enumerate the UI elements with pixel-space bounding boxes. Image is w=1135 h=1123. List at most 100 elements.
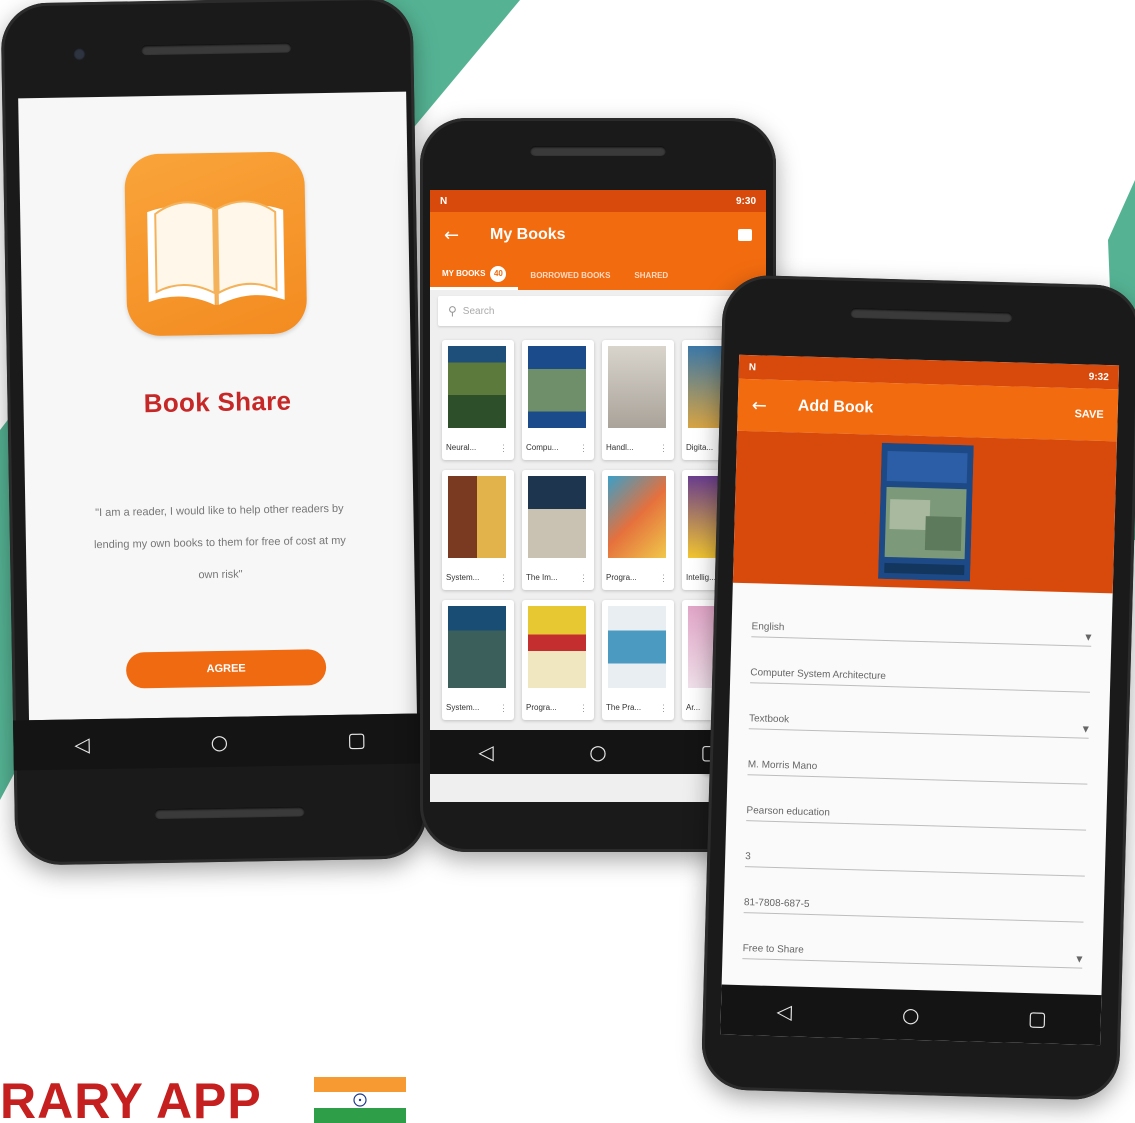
- book-title: Progra...: [526, 703, 557, 712]
- book-title: System...: [446, 703, 480, 712]
- field-value: M. Morris Mano: [747, 759, 818, 773]
- dropdown-arrow-icon: ▼: [1085, 632, 1092, 642]
- tab-label: BORROWED BOOKS: [530, 270, 611, 280]
- more-icon[interactable]: ⋮: [579, 573, 588, 584]
- notification-icon: N: [440, 195, 448, 207]
- search-placeholder: Search: [462, 305, 495, 317]
- book-app-icon: [124, 151, 308, 337]
- page-title: Add Book: [797, 397, 874, 417]
- book-title-field[interactable]: Computer System Architecture: [750, 657, 1091, 693]
- book-card[interactable]: The Pra... ⋮: [602, 600, 674, 720]
- tab-bar: MY BOOKS 40 BORROWED BOOKS SHARED: [430, 260, 766, 290]
- book-title: The Pra...: [606, 703, 642, 712]
- agree-button[interactable]: AGREE: [125, 649, 327, 689]
- back-triangle-icon[interactable]: ◁: [764, 999, 805, 1024]
- notification-icon: N: [748, 361, 757, 373]
- book-card[interactable]: Compu... ⋮: [522, 340, 594, 460]
- book-card[interactable]: Progra... ⋮: [522, 600, 594, 720]
- status-time: 9:30: [735, 195, 756, 207]
- book-card[interactable]: Neural... ⋮: [442, 340, 514, 460]
- home-circle-icon[interactable]: ○: [578, 740, 618, 764]
- india-flag-icon: [314, 1077, 406, 1123]
- more-icon[interactable]: ⋮: [499, 573, 508, 584]
- system-nav-bar: ◁ ○ ▢: [13, 713, 426, 771]
- field-value: English: [751, 621, 785, 634]
- more-icon[interactable]: ⋮: [659, 573, 668, 584]
- book-title: Neural...: [446, 443, 477, 452]
- back-triangle-icon[interactable]: ◁: [62, 732, 102, 757]
- tab-label: SHARED: [634, 270, 669, 280]
- book-cover: [608, 606, 666, 688]
- book-cover: [528, 346, 586, 428]
- book-card[interactable]: Progra... ⋮: [602, 470, 674, 590]
- book-title: The Im...: [526, 573, 558, 582]
- book-title: Progra...: [606, 573, 637, 582]
- recents-square-icon[interactable]: ▢: [1017, 1006, 1058, 1031]
- top-speaker: [530, 146, 666, 156]
- book-title: System...: [446, 573, 480, 582]
- book-type-select[interactable]: Textbook ▼: [748, 703, 1090, 739]
- save-button[interactable]: SAVE: [1074, 408, 1103, 421]
- more-icon[interactable]: ⋮: [659, 443, 668, 454]
- book-cover: [608, 476, 666, 558]
- field-value: 81-7808-687-5: [743, 897, 810, 910]
- publisher-field[interactable]: Pearson education: [746, 795, 1087, 831]
- recents-square-icon[interactable]: ▢: [337, 727, 377, 752]
- front-camera: [73, 48, 86, 61]
- author-field[interactable]: M. Morris Mano: [747, 749, 1089, 785]
- book-cover-image: [878, 442, 974, 582]
- app-bar: ← My Books: [430, 212, 766, 258]
- book-title: Handl...: [606, 443, 634, 452]
- top-speaker: [850, 307, 1013, 323]
- back-arrow-icon[interactable]: ←: [444, 225, 474, 246]
- back-arrow-icon[interactable]: ←: [752, 395, 783, 417]
- field-value: Computer System Architecture: [750, 667, 887, 683]
- language-select[interactable]: English ▼: [751, 611, 1092, 647]
- search-icon: ⚲: [448, 304, 457, 318]
- welcome-screen: Book Share "I am a reader, I would like …: [18, 91, 417, 721]
- field-value: Free to Share: [742, 943, 804, 956]
- field-value: 3: [745, 851, 751, 863]
- more-icon[interactable]: ⋮: [499, 443, 508, 454]
- more-icon[interactable]: ⋮: [499, 703, 508, 714]
- bottom-speaker: [154, 806, 305, 820]
- sharing-type-select[interactable]: Free to Share ▼: [742, 933, 1083, 969]
- back-triangle-icon[interactable]: ◁: [466, 740, 506, 764]
- phone-add-book: N 9:32 ← Add Book SAVE English ▼ Compute…: [700, 274, 1135, 1101]
- more-icon[interactable]: ⋮: [579, 443, 588, 454]
- book-cover: [448, 606, 506, 688]
- book-cover: [608, 346, 666, 428]
- dropdown-arrow-icon: ▼: [1082, 724, 1090, 734]
- book-card[interactable]: Handl... ⋮: [602, 340, 674, 460]
- tab-my-books[interactable]: MY BOOKS 40: [430, 260, 519, 290]
- book-card[interactable]: System... ⋮: [442, 600, 514, 720]
- status-bar: N 9:30: [430, 190, 766, 212]
- search-input[interactable]: ⚲ Search: [438, 296, 758, 326]
- tab-label: MY BOOKS: [442, 269, 486, 278]
- home-circle-icon[interactable]: ○: [199, 730, 239, 755]
- phone-book-share: Book Share "I am a reader, I would like …: [0, 0, 428, 866]
- more-icon[interactable]: ⋮: [579, 703, 588, 714]
- field-value: Textbook: [748, 713, 790, 726]
- home-circle-icon[interactable]: ○: [891, 1002, 932, 1027]
- pledge-text: "I am a reader, I would like to help oth…: [93, 502, 346, 582]
- book-card[interactable]: System... ⋮: [442, 470, 514, 590]
- app-title: Book Share: [143, 385, 292, 419]
- book-card[interactable]: The Im... ⋮: [522, 470, 594, 590]
- edition-field[interactable]: 3: [744, 841, 1086, 877]
- menu-icon[interactable]: [738, 229, 752, 241]
- more-icon[interactable]: ⋮: [659, 703, 668, 714]
- book-cover: [448, 346, 506, 428]
- cover-image-panel[interactable]: [732, 430, 1117, 594]
- isbn-field[interactable]: 81-7808-687-5: [743, 887, 1085, 923]
- count-badge: 40: [490, 265, 507, 282]
- book-cover: [448, 476, 506, 558]
- book-cover: [528, 476, 586, 558]
- add-book-screen: N 9:32 ← Add Book SAVE English ▼ Compute…: [720, 354, 1120, 1046]
- book-title: Compu...: [526, 443, 559, 452]
- status-time: 9:32: [1088, 371, 1109, 383]
- tab-borrowed-books[interactable]: BORROWED BOOKS: [518, 260, 622, 290]
- page-title: My Books: [490, 226, 566, 243]
- tab-shared[interactable]: SHARED: [622, 260, 680, 290]
- system-nav-bar: ◁ ○ ▢: [720, 984, 1102, 1046]
